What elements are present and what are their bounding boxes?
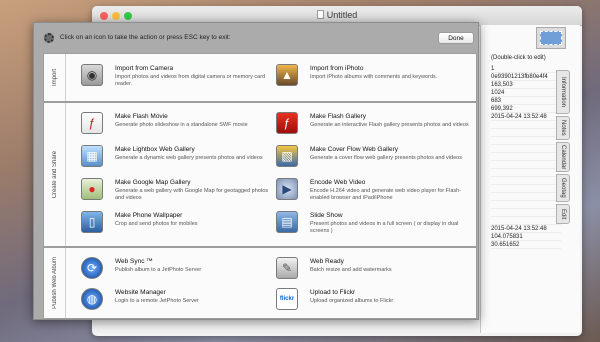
make-flash-movie-action[interactable]: ƒ Make Flash Movie Generate photo slides… [81,112,271,142]
flickr-icon: flickr [276,288,298,310]
make-flash-gallery-action[interactable]: ƒ Make Flash Gallery Generate an interac… [276,112,469,142]
property-value-row: 163,503 [491,81,561,89]
upload-flickr-action[interactable]: flickr Upload to Flickr Upload organized… [276,288,466,318]
property-value-row [491,185,561,193]
property-value-row [491,161,561,169]
property-value-row: 1 [491,65,561,73]
video-play-icon: ▶ [276,178,298,200]
section-label-create: Create and Share [44,103,66,246]
create-share-section: Create and Share ƒ Make Flash Movie Gene… [43,102,477,247]
gear-icon [44,33,54,43]
overlay-instruction: Click on an icon to take the action or p… [60,34,231,41]
flash-movie-icon: ƒ [81,112,103,134]
property-values-list: 1 0e93901213fb80e4f4 163,503 1024 683 699,392… [491,65,561,249]
section-label-import: Import [44,54,66,101]
edit-hint: (Double-click to edit) [491,55,546,61]
action-overlay: Click on an icon to take the action or p… [33,22,479,320]
import-camera-action[interactable]: ◉ Import from Camera Import photos and v… [81,64,271,94]
property-value-row [491,201,561,209]
publish-section: Publish Web Album ⟳ Web Sync ™ Publish a… [43,247,477,319]
side-tab-bar: Information Notes Calendar Geotag Edit [556,70,572,226]
tab-calendar[interactable]: Calendar [556,142,570,172]
property-value-row: 1024 [491,89,561,97]
property-value-row [491,217,561,225]
tab-geotag[interactable]: Geotag [556,174,570,202]
iphoto-icon: ▲ [276,64,298,86]
globe-sync-icon: ⟳ [81,257,103,279]
property-value-row [491,145,561,153]
slide-show-action[interactable]: ▤ Slide Show Present photos and videos i… [276,211,466,241]
property-value-row: 0e93901213fb80e4f4 [491,73,561,81]
property-value-row [491,169,561,177]
property-value-row [491,129,561,137]
property-value-row: 699,392 [491,105,561,113]
import-iphoto-action[interactable]: ▲ Import from iPhoto Import iPhoto album… [276,64,466,94]
done-button[interactable]: Done [438,32,474,44]
overlay-header: Click on an icon to take the action or p… [34,23,478,53]
property-value-row: 30.651652 [491,241,561,249]
section-label-publish: Publish Web Album [44,248,66,318]
property-value-row: 2015-04-24 13:52:48 [491,113,561,121]
property-value-row: 2015-04-24 13:52:48 [491,225,561,233]
flash-gallery-icon: ƒ [276,112,298,134]
property-value-row: 104.075831 [491,233,561,241]
property-value-row [491,193,561,201]
map-pin-icon: ● [81,178,103,200]
property-value-row [491,177,561,185]
make-google-map-gallery-action[interactable]: ● Make Google Map Gallery Generate a web… [81,178,271,208]
slideshow-icon: ▤ [276,211,298,233]
coverflow-gallery-icon: ▧ [276,145,298,167]
phone-icon: ▯ [81,211,103,233]
camera-icon: ◉ [81,64,103,86]
property-value-row [491,137,561,145]
property-value-row [491,153,561,161]
make-coverflow-gallery-action[interactable]: ▧ Make Cover Flow Web Gallery Generate a… [276,145,466,175]
document-icon [316,10,324,19]
encode-web-video-action[interactable]: ▶ Encode Web Video Encode H.264 video an… [276,178,466,208]
window-title: Untitled [92,10,582,20]
property-value-row [491,121,561,129]
tab-edit[interactable]: Edit [556,204,570,224]
property-value-row [491,209,561,217]
web-ready-action[interactable]: ✎ Web Ready Batch resize and add waterma… [276,257,466,287]
property-value-row: 683 [491,97,561,105]
thumbnail-image-icon [540,31,562,45]
photo-thumbnail[interactable] [536,27,566,49]
make-lightbox-gallery-action[interactable]: ▦ Make Lightbox Web Gallery Generate a d… [81,145,271,175]
import-section: Import ◉ Import from Camera Import photo… [43,53,477,102]
globe-icon: ◍ [81,288,103,310]
lightbox-gallery-icon: ▦ [81,145,103,167]
web-sync-action[interactable]: ⟳ Web Sync ™ Publish album to a JetPhoto… [81,257,271,287]
make-phone-wallpaper-action[interactable]: ▯ Make Phone Wallpaper Crop and send pho… [81,211,271,241]
website-manager-action[interactable]: ◍ Website Manager Login to a remote JetP… [81,288,271,318]
web-ready-icon: ✎ [276,257,298,279]
tab-information[interactable]: Information [556,70,570,114]
tab-notes[interactable]: Notes [556,116,570,140]
